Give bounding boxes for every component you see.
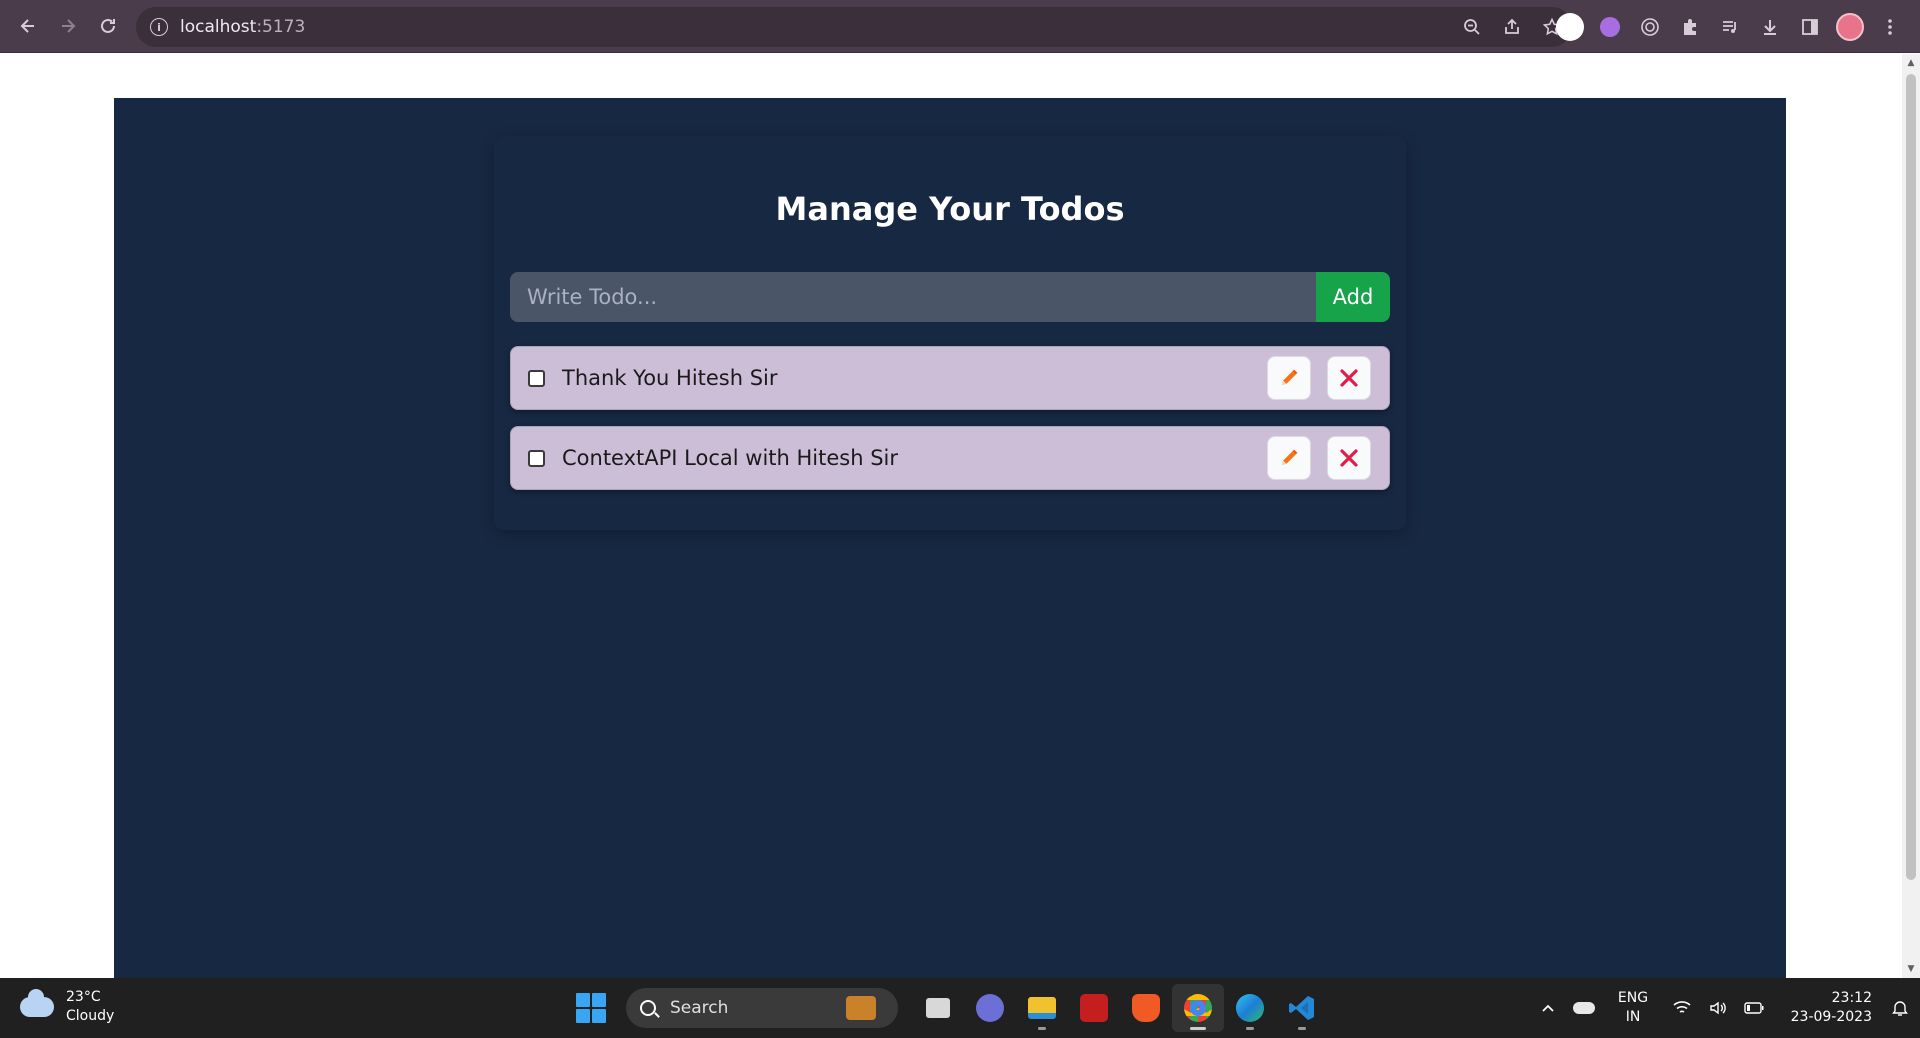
edge-icon[interactable]	[1224, 984, 1276, 1032]
browser-toolbar: i localhost:5173	[0, 0, 1920, 53]
url-text: localhost:5173	[180, 17, 306, 37]
weather-description: Cloudy	[66, 1008, 115, 1024]
extension-purple-icon[interactable]	[1590, 7, 1630, 47]
todo-text[interactable]: ContextAPI Local with Hitesh Sir	[562, 446, 1267, 470]
todo-checkbox[interactable]	[528, 369, 545, 387]
volume-icon[interactable]	[1700, 988, 1736, 1028]
more-menu-icon[interactable]	[1870, 7, 1910, 47]
battery-icon[interactable]	[1736, 988, 1772, 1028]
acrobat-icon[interactable]	[1068, 984, 1120, 1032]
todo-item: Thank You Hitesh Sir	[510, 346, 1390, 410]
edit-button[interactable]	[1267, 436, 1311, 480]
system-tray: ENG IN 23:12 23-09-2023	[1530, 978, 1920, 1038]
back-button[interactable]	[8, 6, 48, 46]
wifi-icon[interactable]	[1664, 988, 1700, 1028]
side-panel-icon[interactable]	[1790, 7, 1830, 47]
todo-item: ContextAPI Local with Hitesh Sir	[510, 426, 1390, 490]
media-control-icon[interactable]	[1710, 7, 1750, 47]
extension-target-icon[interactable]	[1630, 7, 1670, 47]
scroll-up-icon[interactable]: ▲	[1902, 54, 1920, 72]
todo-text[interactable]: Thank You Hitesh Sir	[562, 366, 1267, 390]
search-label: Search	[670, 998, 729, 1018]
notification-icon[interactable]	[1880, 999, 1920, 1017]
download-icon[interactable]	[1750, 7, 1790, 47]
site-info-icon[interactable]: i	[150, 18, 168, 36]
weather-widget[interactable]: 23°C Cloudy	[20, 988, 114, 1026]
taskbar-apps: Search	[576, 984, 1328, 1032]
close-icon	[1340, 369, 1358, 387]
extensions-puzzle-icon[interactable]	[1670, 7, 1710, 47]
brave-icon[interactable]	[1120, 984, 1172, 1032]
close-icon	[1340, 449, 1358, 467]
search-highlight-icon	[846, 996, 876, 1020]
pencil-icon	[1282, 449, 1298, 465]
weather-temperature: 23°C	[66, 989, 101, 1005]
todo-input[interactable]	[510, 272, 1316, 322]
task-view-icon[interactable]	[912, 984, 964, 1032]
delete-button[interactable]	[1327, 356, 1371, 400]
add-todo-form: Add	[510, 272, 1390, 322]
page-title: Manage Your Todos	[775, 190, 1125, 228]
reload-button[interactable]	[88, 6, 128, 46]
page-scrollbar[interactable]: ▲ ▼	[1902, 54, 1920, 978]
teams-chat-icon[interactable]	[964, 984, 1016, 1032]
todo-app: Manage Your Todos Add Thank You Hitesh S…	[114, 98, 1786, 978]
vscode-icon[interactable]	[1276, 984, 1328, 1032]
taskbar: 23°C Cloudy Search ENG IN 23:12 23-09-20…	[0, 978, 1920, 1038]
arrow-left-icon	[20, 19, 34, 33]
forward-button[interactable]	[48, 6, 88, 46]
pencil-icon	[1282, 369, 1298, 385]
todo-checkbox[interactable]	[528, 449, 545, 467]
chrome-icon[interactable]	[1172, 984, 1224, 1032]
extensions-area	[1550, 7, 1910, 47]
cloud-icon	[20, 989, 54, 1017]
address-bar[interactable]: i localhost:5173	[136, 7, 1572, 47]
add-button[interactable]: Add	[1316, 272, 1390, 322]
scroll-thumb[interactable]	[1906, 74, 1916, 880]
onedrive-cloud-icon[interactable]	[1566, 988, 1602, 1028]
language-indicator[interactable]: ENG IN	[1602, 989, 1664, 1027]
scroll-down-icon[interactable]: ▼	[1902, 960, 1920, 978]
page-viewport: Manage Your Todos Add Thank You Hitesh S…	[0, 54, 1902, 978]
share-icon[interactable]	[1492, 7, 1532, 47]
todo-card: Manage Your Todos Add Thank You Hitesh S…	[494, 136, 1406, 530]
arrow-right-icon	[62, 19, 76, 33]
zoom-icon[interactable]	[1452, 7, 1492, 47]
chevron-up-icon[interactable]	[1530, 988, 1566, 1028]
search-icon	[640, 1000, 656, 1016]
extension-white-icon[interactable]	[1550, 7, 1590, 47]
clock-time: 23:12	[1831, 990, 1872, 1006]
delete-button[interactable]	[1327, 436, 1371, 480]
clock-date: 23-09-2023	[1790, 1009, 1872, 1025]
windows-start-icon[interactable]	[576, 993, 606, 1023]
edit-button[interactable]	[1267, 356, 1311, 400]
taskbar-search[interactable]: Search	[626, 988, 898, 1028]
clock[interactable]: 23:12 23-09-2023	[1772, 989, 1872, 1027]
profile-avatar[interactable]	[1830, 7, 1870, 47]
file-explorer-icon[interactable]	[1016, 984, 1068, 1032]
reload-icon	[101, 18, 115, 33]
